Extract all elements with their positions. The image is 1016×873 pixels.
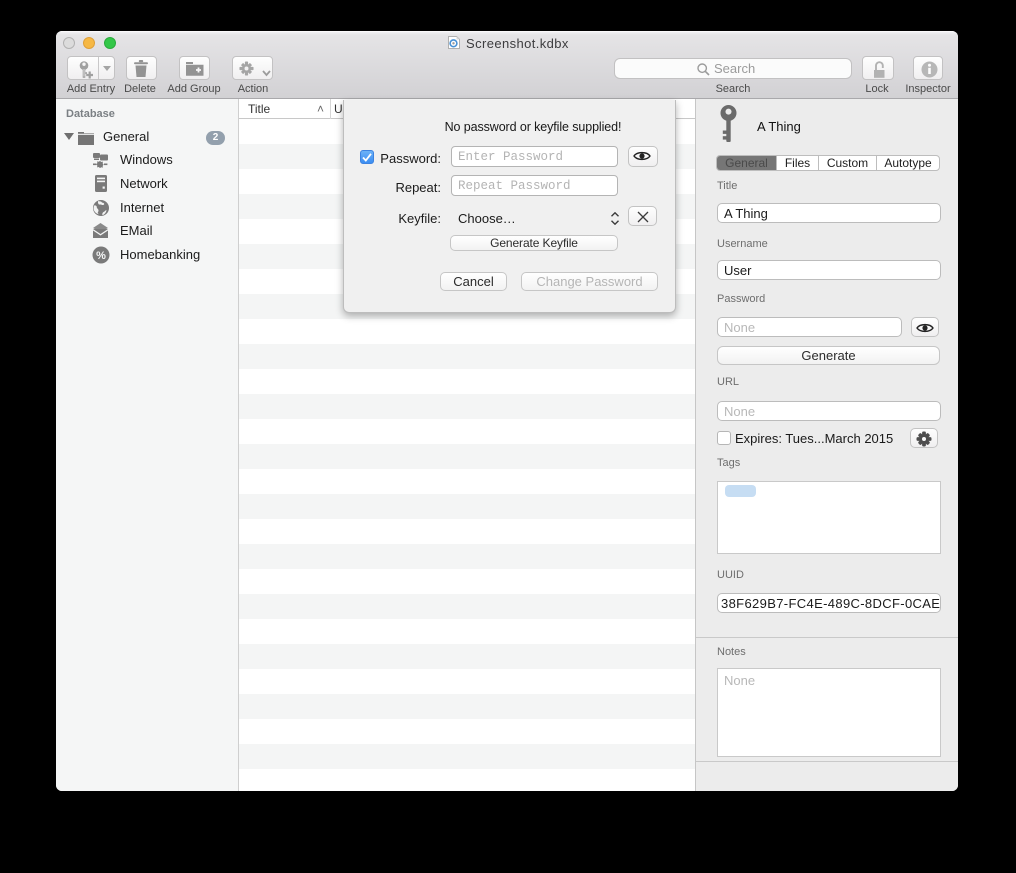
svg-text:%: % [96,250,106,262]
